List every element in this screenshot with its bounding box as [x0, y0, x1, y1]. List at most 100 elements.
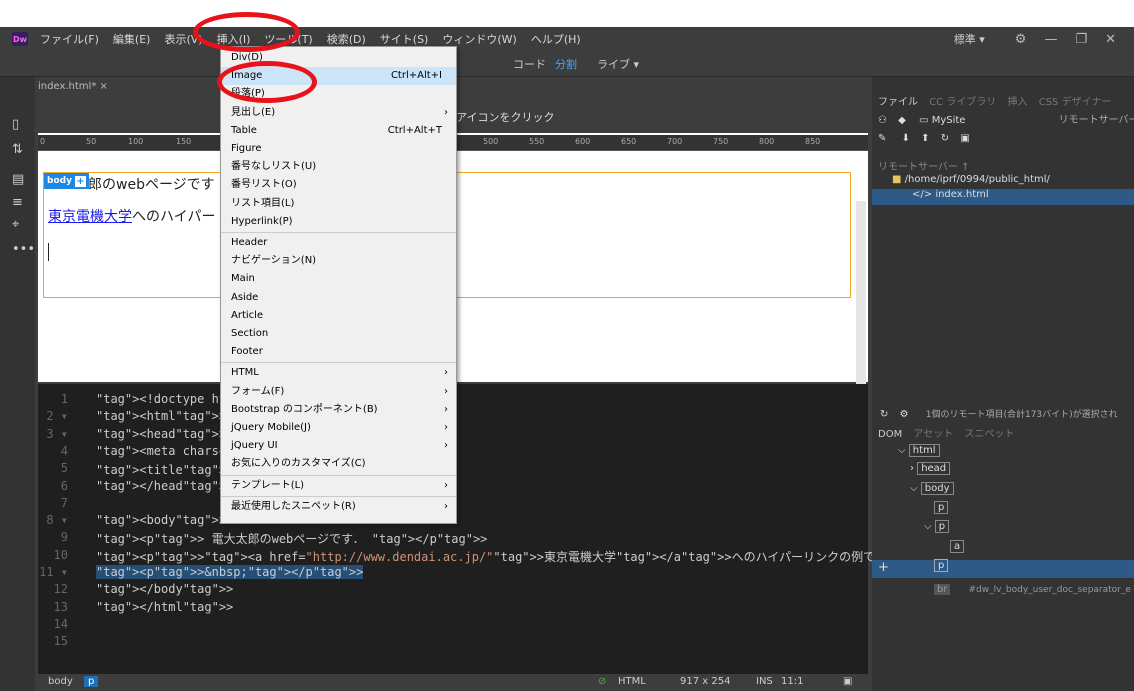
insert-menu-item[interactable]: 見出し(E) ›: [221, 104, 456, 122]
inspect-icon[interactable]: ⌖: [12, 217, 19, 232]
tab-assets[interactable]: アセット: [913, 429, 953, 440]
insert-menu-item[interactable]: Aside: [221, 289, 456, 307]
code-line[interactable]: "tag"><body"tag">>: [96, 513, 226, 527]
connect-icon[interactable]: ⚇: [878, 115, 887, 126]
code-line[interactable]: "tag"><p"tag">> 電大太郎のwebページです． "tag"></p…: [96, 530, 487, 547]
dom-node-label: p: [934, 501, 949, 514]
text-caret: [48, 243, 49, 261]
tab-snippets[interactable]: スニペット: [964, 429, 1014, 440]
live-view-button[interactable]: ライブ ▾: [597, 56, 639, 72]
design-scrollbar[interactable]: [856, 201, 866, 386]
code-line[interactable]: "tag"><head"tag">>: [96, 427, 226, 441]
insert-menu-shortcut: Ctrl+Alt+T: [387, 124, 442, 136]
remote-server-header[interactable]: リモートサーバー ↑: [872, 158, 1134, 173]
tag-selector-p[interactable]: p: [84, 676, 99, 687]
ruler-tick: 700: [667, 137, 683, 146]
ruler-tick: 600: [575, 137, 591, 146]
insert-menu-item[interactable]: 番号なしリスト(U): [221, 158, 456, 176]
insert-menu-item[interactable]: テンプレート(L) ›: [221, 477, 456, 495]
insert-menu-item[interactable]: Section: [221, 325, 456, 343]
refresh-remote-icon[interactable]: ↻: [880, 409, 888, 420]
dom-node[interactable]: ⌵ html: [872, 444, 1134, 457]
menu-file[interactable]: ファイル(F): [40, 31, 99, 47]
paragraph-2[interactable]: 東京電機大学へのハイパー: [48, 206, 215, 226]
put-files-icon[interactable]: ⬆: [921, 133, 929, 144]
dom-node[interactable]: › head: [872, 462, 1134, 475]
folder-row[interactable]: ■ /home/iprf/0994/public_html/: [872, 174, 1134, 185]
insert-menu-item[interactable]: jQuery UI ›: [221, 437, 456, 455]
site-name[interactable]: MySite: [932, 115, 966, 126]
log-icon[interactable]: ⚙: [900, 409, 909, 420]
menu-window[interactable]: ウィンドウ(W): [442, 31, 516, 47]
add-node-icon[interactable]: +: [878, 560, 889, 575]
restore-icon[interactable]: ❐: [1075, 32, 1087, 47]
dom-node[interactable]: ⌵ p: [872, 520, 1134, 533]
tab-css-designer[interactable]: CSS デザイナー: [1039, 97, 1112, 108]
dom-node[interactable]: br #dw_lv_body_user_doc_separator_e: [872, 584, 1134, 595]
more-tools-icon[interactable]: •••: [12, 242, 35, 257]
tab-cc-libraries[interactable]: CC ライブラリ: [929, 97, 996, 108]
dom-node-selected[interactable]: + p: [872, 559, 1134, 578]
tab-dom[interactable]: DOM: [878, 429, 902, 440]
tab-files[interactable]: ファイル: [878, 97, 918, 108]
insert-menu-item[interactable]: Footer: [221, 343, 456, 361]
menu-site[interactable]: サイト(S): [380, 31, 429, 47]
insert-menu-item[interactable]: Bootstrap のコンポーネント(B) ›: [221, 401, 456, 419]
insert-menu-item[interactable]: jQuery Mobile(J) ›: [221, 419, 456, 437]
connect-server-icon[interactable]: ✎: [878, 133, 886, 144]
dom-node[interactable]: p: [872, 501, 1134, 514]
insert-menu-item[interactable]: フォーム(F) ›: [221, 383, 456, 401]
window-size[interactable]: 917 x 254: [680, 676, 730, 687]
document-tab[interactable]: index.html* ×: [38, 81, 118, 97]
refresh-icon[interactable]: ↻: [941, 133, 949, 144]
insert-menu-item[interactable]: 最近使用したスニペット(R) ›: [221, 498, 456, 516]
minimize-icon[interactable]: —: [1044, 32, 1057, 47]
dom-node[interactable]: a: [872, 540, 1134, 553]
insert-menu-item[interactable]: Article: [221, 307, 456, 325]
document-type[interactable]: HTML: [618, 676, 646, 687]
format-source-icon[interactable]: ≡: [12, 195, 23, 210]
code-line[interactable]: "tag"></body"tag">>: [96, 582, 233, 596]
insert-menu-item[interactable]: リスト項目(L): [221, 195, 456, 213]
hyperlink[interactable]: 東京電機大学: [48, 209, 132, 225]
insert-menu-item[interactable]: Hyperlink(P): [221, 213, 456, 231]
menu-find[interactable]: 検索(D): [327, 31, 366, 47]
insert-menu-item[interactable]: 番号リスト(O): [221, 176, 456, 194]
body-tag-badge[interactable]: body +: [44, 173, 89, 189]
sync-settings-icon[interactable]: ⚙: [1015, 32, 1027, 47]
tag-selector-body[interactable]: body: [48, 676, 73, 687]
file-management-icon[interactable]: ⇅: [12, 142, 23, 157]
expand-icon[interactable]: ◆: [898, 115, 906, 126]
menu-help[interactable]: ヘルプ(H): [531, 31, 581, 47]
get-files-icon[interactable]: ⬇: [902, 133, 910, 144]
insert-menu-item[interactable]: Header: [221, 234, 456, 252]
tab-insert[interactable]: 挿入: [1008, 97, 1028, 108]
workspace-select[interactable]: 標準 ▾: [954, 31, 985, 47]
code-line[interactable]: "tag"><html"tag">>: [96, 409, 226, 423]
split-view-button[interactable]: 分割: [555, 56, 577, 72]
insert-menu-item[interactable]: お気に入りのカスタマイズ(C): [221, 455, 456, 473]
menu-edit[interactable]: 編集(E): [113, 31, 151, 47]
code-line[interactable]: "tag"></html"tag">>: [96, 600, 233, 614]
insert-menu-item[interactable]: Figure: [221, 140, 456, 158]
dom-node[interactable]: ⌵ body: [872, 482, 1134, 495]
expand-panel-icon[interactable]: ▣: [960, 133, 969, 144]
live-view-options-icon[interactable]: ▤: [12, 172, 24, 187]
line-number: 11 ▾: [39, 565, 68, 579]
insert-menu-item[interactable]: HTML ›: [221, 364, 456, 382]
code-line[interactable]: "tag"></head"tag">>: [96, 479, 233, 493]
no-errors-icon: ⊘: [598, 676, 607, 687]
server-select[interactable]: リモートサーバー: [1059, 115, 1134, 126]
close-icon[interactable]: ✕: [1105, 32, 1116, 47]
insert-menu-item[interactable]: ナビゲーション(N): [221, 252, 456, 270]
insert-menu-item[interactable]: Table Ctrl+Alt+T: [221, 122, 456, 140]
insert-menu-item-label: 見出し(E): [231, 106, 276, 118]
code-view-button[interactable]: コード: [513, 56, 546, 72]
paragraph-1[interactable]: 郎のwebページです: [88, 174, 215, 194]
preview-icon[interactable]: ▣: [843, 676, 852, 687]
add-element-icon[interactable]: +: [74, 175, 86, 187]
open-document-icon[interactable]: ▯: [12, 117, 19, 132]
insert-menu-item[interactable]: Main: [221, 270, 456, 288]
file-row-index[interactable]: </> index.html: [872, 189, 1134, 205]
code-line[interactable]: "tag"><p"tag">>&nbsp;"tag"></p"tag">>: [96, 565, 364, 579]
